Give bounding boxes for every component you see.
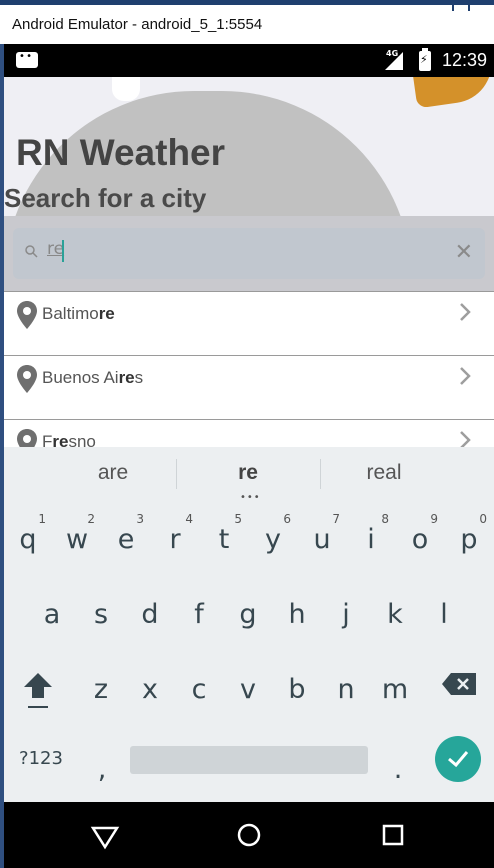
sun-illustration: [411, 77, 494, 109]
city-name: Fresno: [42, 432, 96, 447]
key-h[interactable]: h: [273, 577, 321, 637]
key-x[interactable]: x: [126, 652, 174, 712]
key-s[interactable]: s: [77, 577, 125, 637]
backspace-icon: [442, 673, 476, 695]
search-icon: [25, 245, 38, 258]
back-icon[interactable]: [90, 820, 120, 850]
soft-keyboard: are re real ••• 1q 2w 3e 4r 5t 6y 7u 8i …: [4, 447, 494, 802]
suggestion-strip: are re real •••: [4, 447, 494, 503]
comma-key[interactable]: ,: [78, 732, 126, 792]
key-b[interactable]: b: [273, 652, 321, 712]
window-title: Android Emulator - android_5_1:5554: [12, 16, 263, 33]
android-nav-bar: [4, 802, 494, 868]
key-f[interactable]: f: [175, 577, 223, 637]
key-a[interactable]: a: [28, 577, 76, 637]
text-cursor: [62, 240, 64, 262]
key-e[interactable]: 3e: [102, 502, 150, 562]
window-control-icon[interactable]: [452, 3, 470, 11]
key-p[interactable]: 0p: [445, 502, 493, 562]
key-j[interactable]: j: [322, 577, 370, 637]
key-d[interactable]: d: [126, 577, 174, 637]
key-l[interactable]: l: [420, 577, 468, 637]
android-status-bar: 4G 12:39: [4, 44, 494, 77]
window-title-bar[interactable]: Android Emulator - android_5_1:5554: [0, 3, 494, 44]
period-key[interactable]: .: [374, 732, 422, 792]
search-heading: Search for a city: [4, 183, 207, 213]
search-input[interactable]: re ✕: [13, 228, 485, 279]
space-bar[interactable]: [130, 746, 368, 774]
suggestion-item[interactable]: re: [173, 461, 323, 485]
key-n[interactable]: n: [322, 652, 370, 712]
app-screen: RN Weather Search for a city re ✕ Baltim…: [4, 77, 494, 447]
shift-icon: [24, 673, 52, 708]
key-c[interactable]: c: [175, 652, 223, 712]
location-pin-icon: [17, 365, 37, 393]
key-k[interactable]: k: [371, 577, 419, 637]
shift-key[interactable]: [14, 652, 62, 712]
key-m[interactable]: m: [371, 652, 419, 712]
result-row-1[interactable]: Buenos Aires: [4, 355, 494, 419]
chevron-right-icon: [460, 367, 471, 385]
chevron-right-icon: [460, 303, 471, 321]
key-i[interactable]: 8i: [347, 502, 395, 562]
city-name: Buenos Aires: [42, 368, 144, 387]
key-w[interactable]: 2w: [53, 502, 101, 562]
symbols-key[interactable]: ?123: [16, 732, 66, 792]
suggestion-item[interactable]: are: [38, 461, 188, 485]
status-clock: 12:39: [442, 50, 488, 70]
recents-icon[interactable]: [378, 820, 408, 850]
cloud-notch: [112, 77, 140, 101]
city-name: Baltimore: [42, 304, 115, 323]
location-pin-icon: [17, 301, 37, 329]
clear-icon[interactable]: ✕: [455, 242, 473, 264]
message-notification-icon: [16, 51, 38, 68]
key-z[interactable]: z: [77, 652, 125, 712]
result-row-2[interactable]: Fresno: [4, 419, 494, 447]
key-u[interactable]: 7u: [298, 502, 346, 562]
results-list: Baltimore Buenos Aires Fresno: [4, 291, 494, 447]
key-y[interactable]: 6y: [249, 502, 297, 562]
key-q[interactable]: 1q: [4, 502, 52, 562]
key-r[interactable]: 4r: [151, 502, 199, 562]
enter-key[interactable]: [435, 736, 481, 782]
result-row-0[interactable]: Baltimore: [4, 291, 494, 355]
key-t[interactable]: 5t: [200, 502, 248, 562]
checkmark-icon: [448, 751, 469, 768]
search-bar-container: re ✕: [4, 216, 494, 291]
network-type: 4G: [386, 49, 399, 58]
key-v[interactable]: v: [224, 652, 272, 712]
key-g[interactable]: g: [224, 577, 272, 637]
suggestion-item[interactable]: real: [309, 461, 459, 485]
backspace-key[interactable]: [436, 652, 484, 712]
key-o[interactable]: 9o: [396, 502, 444, 562]
location-pin-icon: [17, 429, 37, 447]
app-title: RN Weather: [16, 132, 226, 173]
chevron-right-icon: [460, 431, 471, 447]
battery-charging-icon: [419, 48, 431, 71]
home-icon[interactable]: [234, 820, 264, 850]
